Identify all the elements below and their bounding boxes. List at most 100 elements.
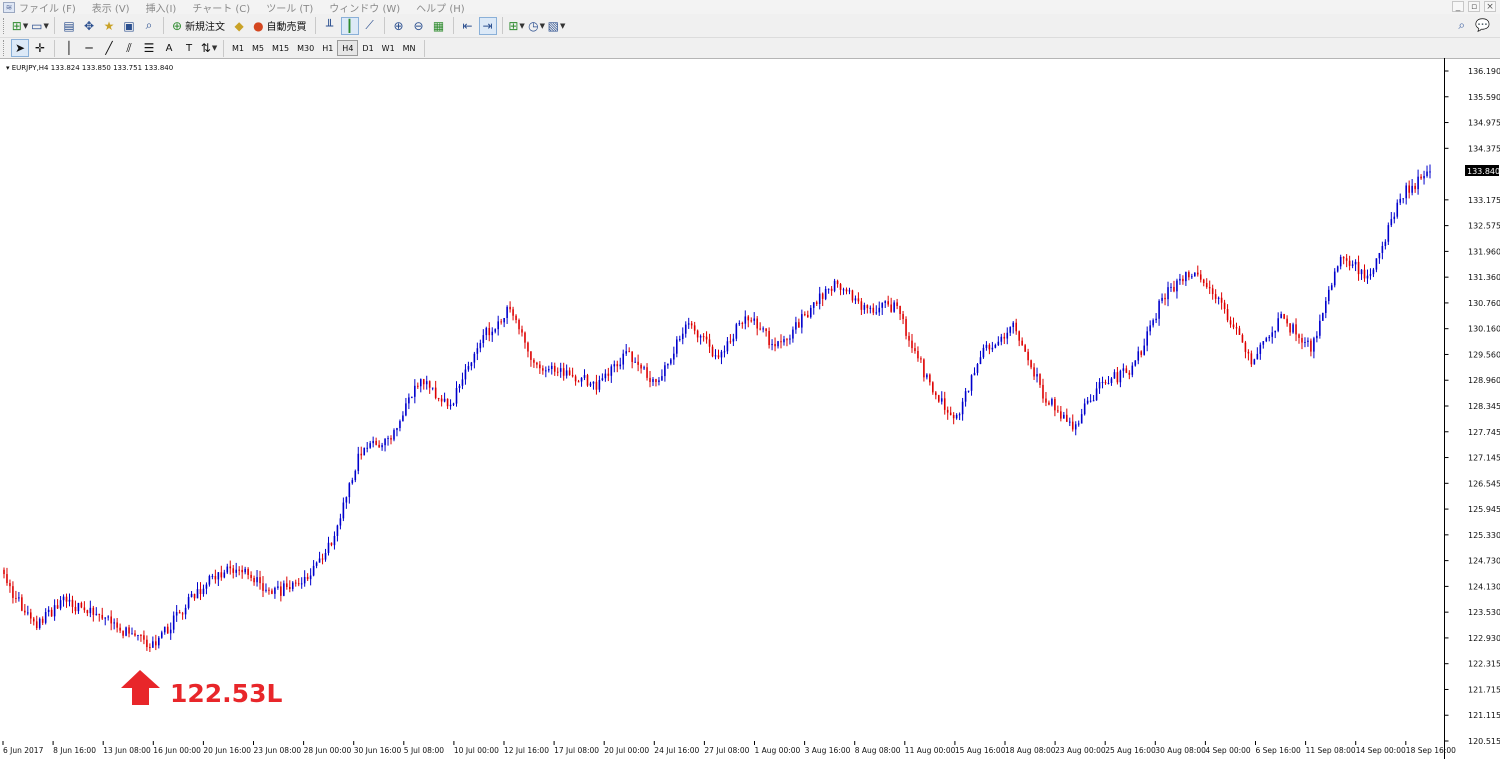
- trendline-tool[interactable]: ╱: [100, 39, 118, 57]
- timeframe-m15[interactable]: M15: [268, 40, 293, 56]
- candle-body: [834, 281, 836, 291]
- new-chart-button[interactable]: ⊞▼: [11, 17, 29, 35]
- menu-file[interactable]: ファイル (F): [19, 0, 76, 15]
- zoom-in-button[interactable]: ⊕: [390, 17, 408, 35]
- candle-body: [352, 480, 354, 483]
- candle-body: [1024, 345, 1026, 352]
- candle-body: [777, 341, 779, 346]
- timeframe-m1[interactable]: M1: [228, 40, 248, 56]
- timeframe-d1[interactable]: D1: [358, 40, 377, 56]
- candle-body: [250, 575, 252, 578]
- cursor-tool[interactable]: ➤: [11, 39, 29, 57]
- toolbar-grip-2[interactable]: [3, 40, 7, 56]
- candle-body: [581, 378, 583, 382]
- tile-windows-button[interactable]: ▦: [430, 17, 448, 35]
- timeframe-m30[interactable]: M30: [293, 40, 318, 56]
- candle-body: [783, 339, 785, 342]
- strategy-tester-button[interactable]: ⌕: [140, 17, 158, 35]
- indicators-button[interactable]: ⊞▼: [508, 17, 526, 35]
- chart-overlay: 122.53L 133.840: [121, 165, 1500, 708]
- candle-body: [899, 306, 901, 314]
- price-chart[interactable]: 136.190135.590134.975134.375133.175132.5…: [0, 58, 1500, 759]
- equidistant-channel-tool[interactable]: ⫽: [120, 39, 138, 57]
- candle-body: [703, 336, 705, 337]
- templates-button[interactable]: ▧▼: [548, 17, 566, 35]
- timeframe-h1[interactable]: H1: [318, 40, 337, 56]
- candle-body: [140, 635, 142, 636]
- crosshair-tool[interactable]: ✛: [31, 39, 49, 57]
- candle-body: [1170, 287, 1172, 288]
- vertical-line-tool[interactable]: │: [60, 39, 78, 57]
- chart-window[interactable]: 136.190135.590134.975134.375133.175132.5…: [0, 58, 1500, 759]
- menu-insert[interactable]: 挿入(I): [146, 0, 177, 15]
- candle-body: [867, 305, 869, 308]
- minimize-icon[interactable]: _: [1452, 1, 1464, 12]
- candlestick-button[interactable]: ┃: [341, 17, 359, 35]
- menu-window[interactable]: ウィンドウ (W): [329, 0, 400, 15]
- timeframe-m5[interactable]: M5: [248, 40, 268, 56]
- menu-help[interactable]: ヘルプ (H): [416, 0, 465, 15]
- time-axis-label: 30 Jun 16:00: [354, 746, 402, 755]
- terminal-button[interactable]: ▣: [120, 17, 138, 35]
- timeframe-h4[interactable]: H4: [337, 40, 358, 56]
- candle-body: [176, 612, 178, 615]
- market-watch-button[interactable]: ▤: [60, 17, 78, 35]
- chart-shift-button[interactable]: ⇥: [479, 17, 497, 35]
- restore-icon[interactable]: ▫: [1468, 1, 1480, 12]
- candle-body: [221, 572, 223, 577]
- candle-body: [1379, 253, 1381, 258]
- autotrading-button[interactable]: ●自動売買: [250, 17, 309, 35]
- auto-scroll-button[interactable]: ⇤: [459, 17, 477, 35]
- candle-body: [447, 399, 449, 406]
- arrows-tool[interactable]: ⇅▼: [200, 39, 218, 57]
- candle-body: [977, 364, 979, 373]
- candle-body: [354, 471, 356, 480]
- profiles-button[interactable]: ▭▼: [31, 17, 49, 35]
- timeframe-w1[interactable]: W1: [378, 40, 399, 56]
- data-window-button[interactable]: ★: [100, 17, 118, 35]
- candle-body: [1191, 276, 1193, 277]
- text-label-tool[interactable]: T: [180, 39, 198, 57]
- timeframe-mn[interactable]: MN: [399, 40, 420, 56]
- candle-body: [622, 354, 624, 365]
- navigator-button[interactable]: ✥: [80, 17, 98, 35]
- price-axis-label: 135.590: [1468, 93, 1500, 102]
- menu-tools[interactable]: ツール (T): [266, 0, 313, 15]
- candle-body: [343, 503, 345, 519]
- periods-button[interactable]: ◷▼: [528, 17, 546, 35]
- cursor-icon: ➤: [15, 41, 25, 55]
- line-chart-button[interactable]: ⟋: [361, 17, 379, 35]
- candle-body: [1203, 280, 1205, 283]
- metaeditor-button[interactable]: ◆: [230, 17, 248, 35]
- candle-body: [274, 588, 276, 594]
- candle-body: [718, 355, 720, 357]
- candle-body: [542, 368, 544, 370]
- time-axis-label: 11 Sep 08:00: [1306, 746, 1356, 755]
- menu-chart[interactable]: チャート (C): [192, 0, 250, 15]
- chart-header-text: EURJPY,H4 133.824 133.850 133.751 133.84…: [12, 64, 173, 72]
- candle-body: [33, 619, 35, 622]
- candle-body: [608, 374, 610, 376]
- horizontal-line-tool[interactable]: ─: [80, 39, 98, 57]
- auto-scroll-icon: ⇤: [463, 19, 473, 33]
- menu-view[interactable]: 表示 (V): [92, 0, 130, 15]
- candle-body: [1245, 343, 1247, 352]
- time-axis-label: 23 Aug 00:00: [1055, 746, 1106, 755]
- candle-body: [1248, 352, 1250, 354]
- chat-icon[interactable]: 💬: [1475, 18, 1490, 33]
- vertical-line-icon: │: [65, 41, 72, 55]
- text-tool[interactable]: A: [160, 39, 178, 57]
- bar-chart-button[interactable]: ╨: [321, 17, 339, 35]
- standard-toolbar: ⊞▼ ▭▼ ▤ ✥ ★ ▣ ⌕ ⊕新規注文 ◆ ●自動売買 ╨ ┃ ⟋ ⊕ ⊖ …: [0, 14, 1500, 38]
- close-icon[interactable]: ×: [1484, 1, 1496, 12]
- candle-body: [286, 583, 288, 587]
- zoom-out-button[interactable]: ⊖: [410, 17, 428, 35]
- candle-body: [569, 370, 571, 375]
- candle-body: [1411, 186, 1413, 193]
- new-order-button[interactable]: ⊕新規注文: [169, 17, 228, 35]
- fibonacci-tool[interactable]: ☰: [140, 39, 158, 57]
- search-icon[interactable]: ⌕: [1458, 18, 1465, 33]
- candle-body: [399, 421, 401, 428]
- candle-body: [331, 543, 333, 545]
- toolbar-grip[interactable]: [3, 18, 7, 34]
